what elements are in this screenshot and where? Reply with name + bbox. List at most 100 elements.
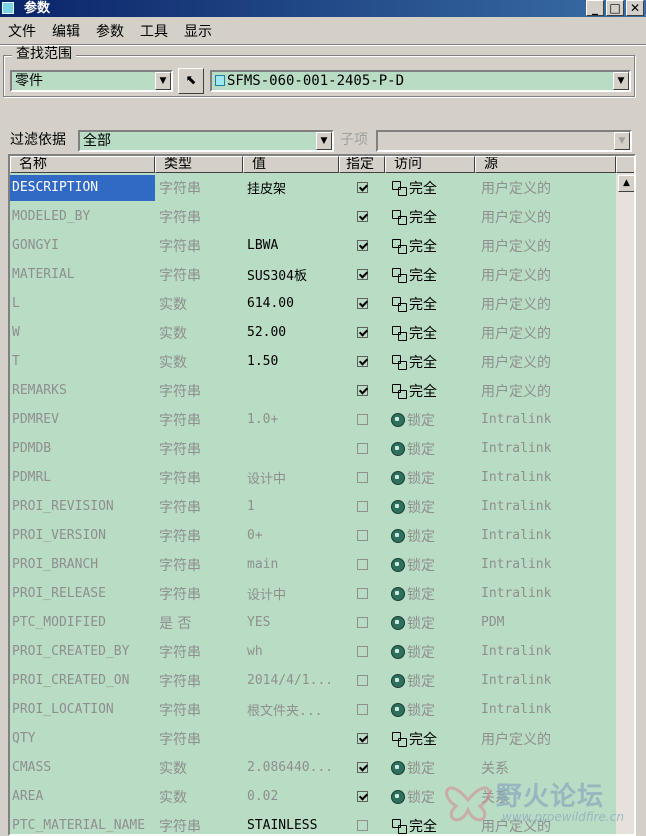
table-row[interactable]: QTY 字符串 完全 用户定义的 bbox=[10, 724, 616, 753]
param-value[interactable]: 根文件夹... bbox=[243, 700, 339, 719]
designate-checkbox[interactable] bbox=[356, 443, 368, 454]
designate-checkbox[interactable] bbox=[356, 588, 368, 599]
param-name[interactable]: CMASS bbox=[10, 753, 155, 782]
param-value[interactable]: 2.086440... bbox=[243, 760, 339, 775]
table-row[interactable]: AREA 实数 0.02 锁定 关系 bbox=[10, 782, 616, 811]
vertical-scrollbar[interactable]: ▲ bbox=[616, 173, 634, 834]
maximize-button[interactable]: □ bbox=[606, 0, 624, 16]
param-name[interactable]: PROI_VERSION bbox=[10, 521, 155, 550]
designate-checkbox[interactable] bbox=[356, 791, 368, 802]
param-name[interactable]: GONGYI bbox=[10, 231, 155, 260]
param-value[interactable]: 52.00 bbox=[243, 325, 339, 340]
param-value[interactable]: 设计中 bbox=[243, 584, 339, 603]
table-row[interactable]: MATERIAL 字符串 SUS304板 完全 用户定义的 bbox=[10, 260, 616, 289]
designate-checkbox[interactable] bbox=[356, 762, 368, 773]
param-name[interactable]: QTY bbox=[10, 724, 155, 753]
scope-type-select[interactable]: 零件 ▼ bbox=[10, 70, 173, 92]
param-name[interactable]: AREA bbox=[10, 782, 155, 811]
table-row[interactable]: DESCRIPTION 字符串 挂皮架 完全 用户定义的 bbox=[10, 173, 616, 202]
param-name[interactable]: PDMREV bbox=[10, 405, 155, 434]
param-value[interactable]: 挂皮架 bbox=[243, 178, 339, 197]
scroll-up-button[interactable]: ▲ bbox=[618, 175, 634, 192]
designate-checkbox[interactable] bbox=[356, 675, 368, 686]
designate-checkbox[interactable] bbox=[356, 704, 368, 715]
param-value[interactable]: 0+ bbox=[243, 528, 339, 543]
param-name[interactable]: PDMDB bbox=[10, 434, 155, 463]
designate-checkbox[interactable] bbox=[356, 820, 368, 831]
chevron-down-icon[interactable]: ▼ bbox=[614, 132, 630, 150]
designate-checkbox[interactable] bbox=[356, 501, 368, 512]
chevron-down-icon[interactable]: ▼ bbox=[316, 132, 332, 150]
table-row[interactable]: PDMRL 字符串 设计中 锁定 Intralink bbox=[10, 463, 616, 492]
param-value[interactable]: YES bbox=[243, 615, 339, 630]
param-name[interactable]: PROI_CREATED_BY bbox=[10, 637, 155, 666]
table-row[interactable]: PDMDB 字符串 锁定 Intralink bbox=[10, 434, 616, 463]
param-value[interactable]: STAINLESS bbox=[243, 818, 339, 833]
designate-checkbox[interactable] bbox=[356, 414, 368, 425]
menu-display[interactable]: 显示 bbox=[176, 20, 220, 44]
designate-checkbox[interactable] bbox=[356, 211, 368, 222]
param-name[interactable]: PDMRL bbox=[10, 463, 155, 492]
param-value[interactable]: 1.50 bbox=[243, 354, 339, 369]
minimize-button[interactable]: _ bbox=[586, 0, 604, 16]
param-name[interactable]: W bbox=[10, 318, 155, 347]
chevron-down-icon[interactable]: ▼ bbox=[155, 72, 171, 90]
chevron-down-icon[interactable]: ▼ bbox=[613, 72, 629, 90]
designate-checkbox[interactable] bbox=[356, 269, 368, 280]
param-name[interactable]: PTC_MODIFIED bbox=[10, 608, 155, 637]
table-row[interactable]: PTC_MODIFIED 是 否 YES 锁定 PDM bbox=[10, 608, 616, 637]
subitem-select[interactable]: ▼ bbox=[376, 130, 632, 152]
designate-checkbox[interactable] bbox=[356, 182, 368, 193]
column-header-value[interactable]: 值 bbox=[243, 156, 339, 173]
select-model-button[interactable]: ⬉ bbox=[178, 68, 204, 94]
param-value[interactable]: wh bbox=[243, 644, 339, 659]
param-value[interactable]: SUS304板 bbox=[243, 265, 339, 284]
table-row[interactable]: PROI_CREATED_ON 字符串 2014/4/1... 锁定 Intralink bbox=[10, 666, 616, 695]
param-name[interactable]: DESCRIPTION bbox=[10, 174, 155, 201]
param-value[interactable]: LBWA bbox=[243, 238, 339, 253]
menu-tools[interactable]: 工具 bbox=[132, 20, 176, 44]
table-row[interactable]: PROI_VERSION 字符串 0+ 锁定 Intralink bbox=[10, 521, 616, 550]
table-row[interactable]: T 实数 1.50 完全 用户定义的 bbox=[10, 347, 616, 376]
param-name[interactable]: MODELED_BY bbox=[10, 202, 155, 231]
designate-checkbox[interactable] bbox=[356, 530, 368, 541]
menu-file[interactable]: 文件 bbox=[0, 20, 44, 44]
param-value[interactable]: 614.00 bbox=[243, 296, 339, 311]
param-name[interactable]: T bbox=[10, 347, 155, 376]
designate-checkbox[interactable] bbox=[356, 240, 368, 251]
param-value[interactable]: 1.0+ bbox=[243, 412, 339, 427]
param-value[interactable]: 设计中 bbox=[243, 468, 339, 487]
designate-checkbox[interactable] bbox=[356, 733, 368, 744]
column-header-source[interactable]: 源 bbox=[475, 156, 616, 173]
param-name[interactable]: PROI_REVISION bbox=[10, 492, 155, 521]
designate-checkbox[interactable] bbox=[356, 356, 368, 367]
param-name[interactable]: MATERIAL bbox=[10, 260, 155, 289]
column-header-designate[interactable]: 指定 bbox=[339, 156, 385, 173]
param-name[interactable]: PROI_RELEASE bbox=[10, 579, 155, 608]
param-name[interactable]: PROI_LOCATION bbox=[10, 695, 155, 724]
designate-checkbox[interactable] bbox=[356, 298, 368, 309]
model-select[interactable]: SFMS-060-001-2405-P-D ▼ bbox=[210, 70, 631, 92]
close-button[interactable]: ✕ bbox=[626, 0, 644, 16]
menu-parameters[interactable]: 参数 bbox=[88, 20, 132, 44]
table-row[interactable]: PROI_CREATED_BY 字符串 wh 锁定 Intralink bbox=[10, 637, 616, 666]
designate-checkbox[interactable] bbox=[356, 472, 368, 483]
filter-select[interactable]: 全部 ▼ bbox=[78, 130, 334, 152]
param-value[interactable]: 0.02 bbox=[243, 789, 339, 804]
param-value[interactable]: main bbox=[243, 557, 339, 572]
column-header-name[interactable]: 名称 bbox=[10, 156, 155, 173]
table-row[interactable]: GONGYI 字符串 LBWA 完全 用户定义的 bbox=[10, 231, 616, 260]
param-name[interactable]: L bbox=[10, 289, 155, 318]
param-name[interactable]: PROI_CREATED_ON bbox=[10, 666, 155, 695]
table-row[interactable]: L 实数 614.00 完全 用户定义的 bbox=[10, 289, 616, 318]
column-header-type[interactable]: 类型 bbox=[155, 156, 243, 173]
table-row[interactable]: PROI_BRANCH 字符串 main 锁定 Intralink bbox=[10, 550, 616, 579]
table-row[interactable]: MODELED_BY 字符串 完全 用户定义的 bbox=[10, 202, 616, 231]
param-name[interactable]: PTC_MATERIAL_NAME bbox=[10, 811, 155, 834]
table-row[interactable]: W 实数 52.00 完全 用户定义的 bbox=[10, 318, 616, 347]
table-row[interactable]: PDMREV 字符串 1.0+ 锁定 Intralink bbox=[10, 405, 616, 434]
param-value[interactable]: 2014/4/1... bbox=[243, 673, 339, 688]
table-row[interactable]: REMARKS 字符串 完全 用户定义的 bbox=[10, 376, 616, 405]
param-name[interactable]: REMARKS bbox=[10, 376, 155, 405]
param-name[interactable]: PROI_BRANCH bbox=[10, 550, 155, 579]
